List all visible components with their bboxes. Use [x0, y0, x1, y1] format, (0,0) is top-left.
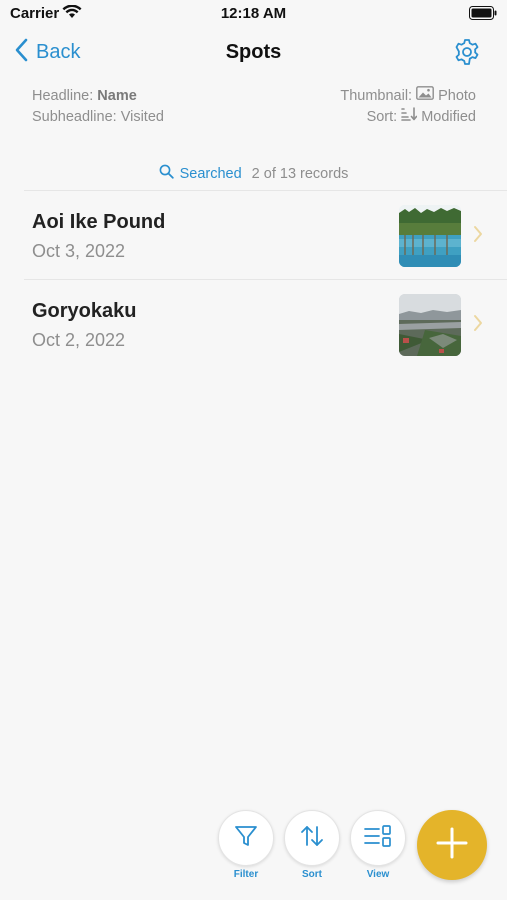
- filter-label: Filter: [233, 869, 259, 880]
- sort-info: Sort: Modified: [367, 107, 476, 128]
- battery-icon: [469, 6, 497, 25]
- sort-descending-icon: [401, 107, 418, 128]
- subheadline-info: Subheadline: Visited: [32, 109, 164, 125]
- filter-icon: [233, 823, 259, 854]
- view-label: View: [366, 869, 390, 880]
- list-config-info: Headline: Name Thumbnail: Photo Subheadl…: [32, 86, 476, 128]
- photo-icon: [416, 86, 434, 107]
- searched-label: Searched: [179, 165, 242, 182]
- view-button[interactable]: [350, 810, 406, 866]
- record-thumbnail: [399, 205, 461, 267]
- list-item[interactable]: Aoi Ike Pound Oct 3, 2022: [0, 191, 507, 279]
- gear-icon: [453, 39, 481, 70]
- page-title: Spots: [225, 41, 282, 63]
- record-subtitle: Oct 2, 2022: [32, 330, 126, 350]
- sort-button[interactable]: [284, 810, 340, 866]
- navigation-bar: Back Spots: [0, 30, 507, 76]
- record-title: Goryokaku: [32, 300, 137, 322]
- thumbnail-info: Thumbnail: Photo: [340, 86, 476, 107]
- status-bar: Carrier 12:18 AM: [0, 0, 507, 28]
- bottom-toolbar: Filter Sort View: [0, 808, 507, 888]
- headline-info: Headline: Name: [32, 88, 137, 104]
- record-subtitle: Oct 3, 2022: [32, 241, 126, 261]
- sort-arrows-icon: [298, 823, 326, 854]
- chevron-right-icon: [473, 225, 483, 248]
- plus-icon: [435, 826, 469, 865]
- record-count: 2 of 13 records: [251, 165, 349, 182]
- sort-label: Sort: [302, 869, 322, 880]
- record-thumbnail: [399, 294, 461, 356]
- chevron-right-icon: [473, 314, 483, 337]
- add-record-button[interactable]: [417, 810, 487, 880]
- search-icon: [159, 164, 174, 183]
- filter-button[interactable]: [218, 810, 274, 866]
- list-item[interactable]: Goryokaku Oct 2, 2022: [0, 280, 507, 368]
- status-time: 12:18 AM: [220, 5, 287, 22]
- record-title: Aoi Ike Pound: [32, 211, 166, 233]
- settings-button[interactable]: [453, 38, 481, 71]
- view-options-icon: [363, 824, 393, 853]
- search-summary[interactable]: Searched 2 of 13 records: [0, 164, 507, 183]
